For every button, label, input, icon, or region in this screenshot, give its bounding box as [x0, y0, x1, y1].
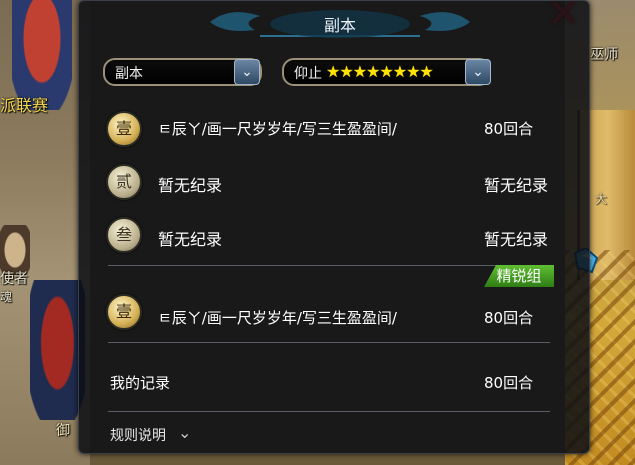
rank-1-icon: 壹 [106, 111, 142, 147]
rank-1-icon: 壹 [106, 294, 142, 330]
section-divider [108, 265, 550, 266]
npc-sublabel: 魂 [0, 290, 13, 304]
dungeon-select[interactable]: 副本 ⌄ [103, 58, 262, 86]
elite-record-team: ㅌ辰ㄚ/画一尺岁岁年/写三生盈盈间/ [158, 309, 397, 327]
npc-label-envoy: 使者 [0, 271, 28, 287]
my-record-rounds: 80回合 [484, 374, 534, 392]
npc-label-bottom: 御 [56, 423, 70, 439]
dungeon-select-value: 副本 [115, 66, 143, 82]
record-team: 暂无纪录 [158, 230, 223, 249]
record-team: 暂无纪录 [158, 176, 223, 195]
record-rounds: 暂无纪录 [484, 230, 549, 249]
rank-3-icon: 叁 [106, 217, 142, 253]
chevron-down-icon[interactable]: ⌄ [465, 59, 491, 85]
npc-label-guild-match: 派联赛 [0, 96, 49, 115]
elite-group-tab[interactable]: 精锐组 [484, 265, 554, 287]
elite-record-rounds: 80回合 [484, 309, 534, 327]
dialog-title: 副本 [323, 16, 356, 35]
section-divider [108, 342, 550, 343]
difficulty-select-value: 仰止 [294, 66, 322, 82]
rank-2-icon: 贰 [106, 164, 142, 200]
chevron-down-icon[interactable]: ⌄ [178, 423, 191, 442]
npc-label-wizard: 巫师 [590, 47, 618, 63]
section-divider [108, 411, 550, 412]
record-rounds: 80回合 [484, 120, 534, 138]
npc-warrior-bottom[interactable] [30, 280, 85, 420]
record-rounds: 暂无纪录 [484, 176, 549, 195]
difficulty-stars: ★★★★★★★★ [326, 62, 434, 81]
my-record-label: 我的记录 [110, 374, 171, 392]
record-team: ㅌ辰ㄚ/画一尺岁岁年/写三生盈盈间/ [158, 120, 397, 138]
scene-label-mid-right: 大 [595, 192, 608, 206]
chevron-down-icon[interactable]: ⌄ [234, 59, 260, 85]
rules-link[interactable]: 规则说明 [110, 425, 166, 445]
difficulty-select[interactable]: 仰止 ★★★★★★★★ ⌄ [282, 58, 491, 86]
